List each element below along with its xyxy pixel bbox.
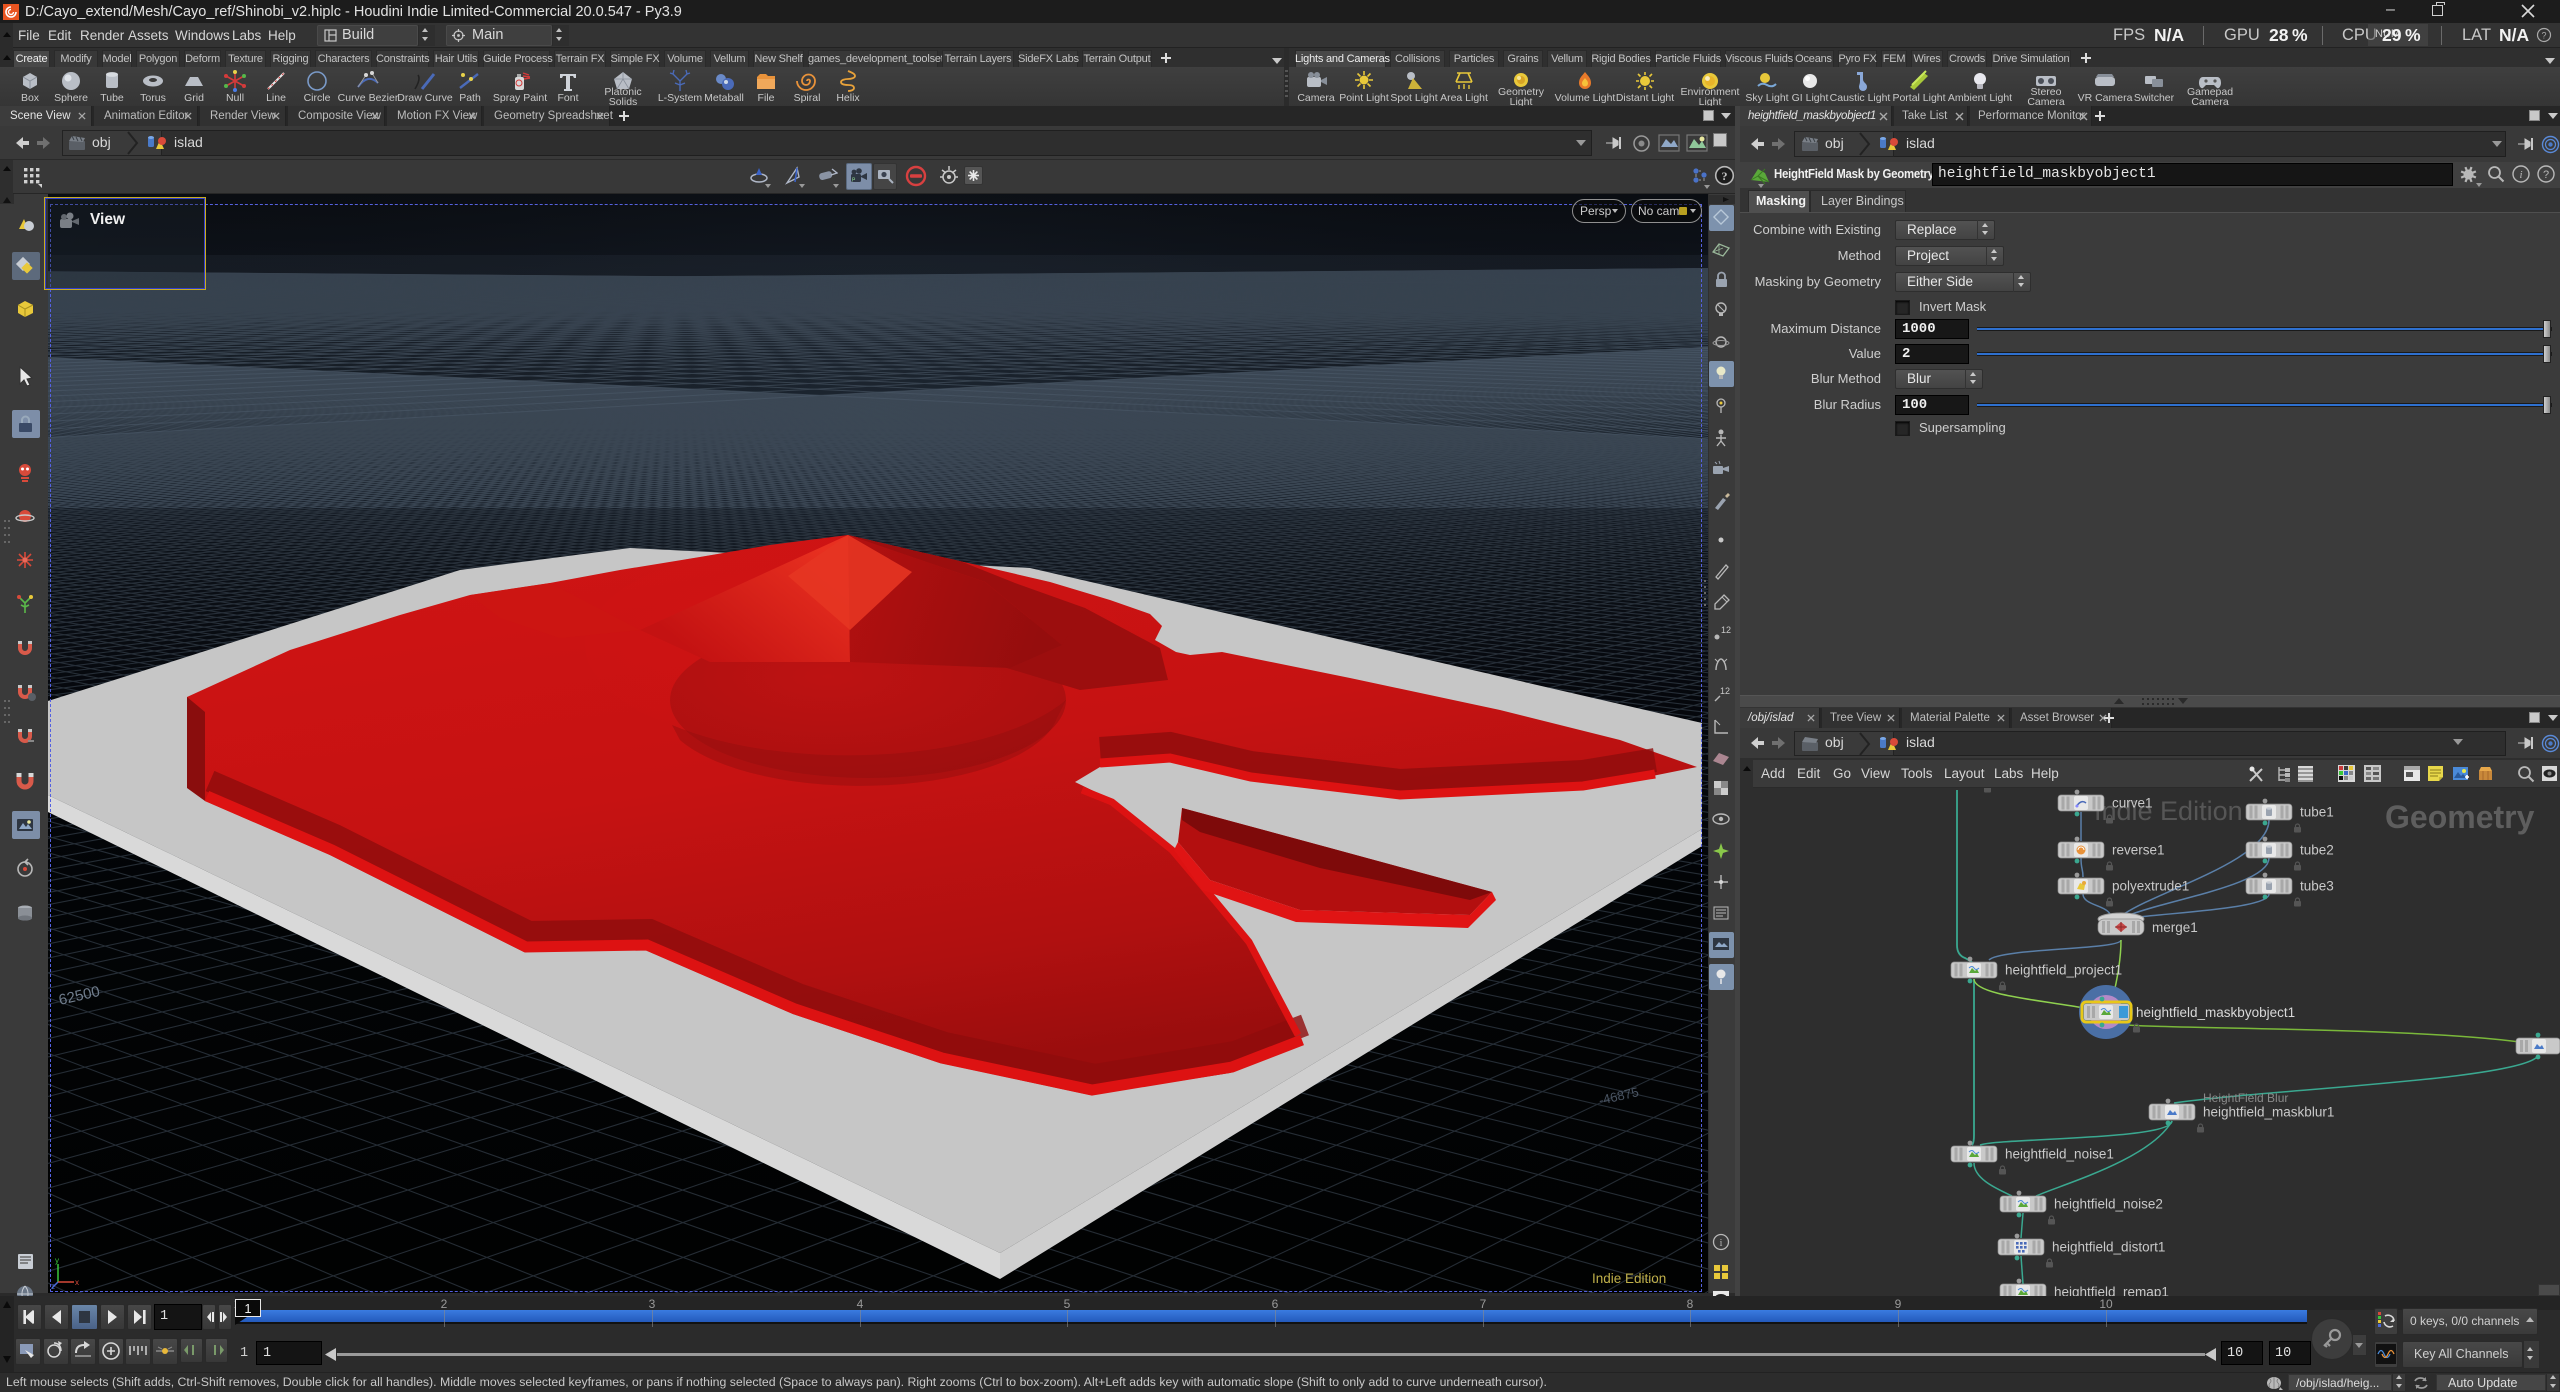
svg-text:HeightField Blur: HeightField Blur [2203,1091,2288,1105]
svg-text:12: 12 [1721,625,1731,635]
svg-text:Geometry: Geometry [2385,799,2535,835]
svg-text:z: z [51,1282,55,1290]
svg-text:tube1: tube1 [2300,805,2334,820]
svg-text:merge1: merge1 [2152,920,2198,935]
svg-text:heightfield_maskbyobject1: heightfield_maskbyobject1 [2136,1005,2295,1020]
svg-text:tube2: tube2 [2300,843,2334,858]
svg-text:x: x [75,1278,79,1287]
svg-text:?: ? [1722,169,1728,183]
svg-text:12: 12 [1720,686,1730,696]
svg-text:heightfield_remap1: heightfield_remap1 [2054,1285,2169,1297]
svg-text:heightfield_noise2: heightfield_noise2 [2054,1197,2163,1212]
svg-text:tube3: tube3 [2300,879,2334,894]
svg-text:polyextrude1: polyextrude1 [2112,879,2189,894]
svg-text:?: ? [2543,169,2549,181]
svg-text:y: y [55,1256,59,1265]
svg-text:curve1: curve1 [2112,796,2153,811]
svg-text:i: i [2519,169,2522,181]
svg-text:?: ? [2541,31,2546,41]
svg-text:heightfield_project1: heightfield_project1 [2005,963,2122,978]
svg-text:i: i [1720,1238,1723,1249]
svg-text:heightfield_noise1: heightfield_noise1 [2005,1147,2114,1162]
svg-text:heightfield_distort1: heightfield_distort1 [2052,1240,2165,1255]
svg-text:reverse1: reverse1 [2112,843,2165,858]
svg-text:heightfield_maskblur1: heightfield_maskblur1 [2203,1105,2334,1120]
